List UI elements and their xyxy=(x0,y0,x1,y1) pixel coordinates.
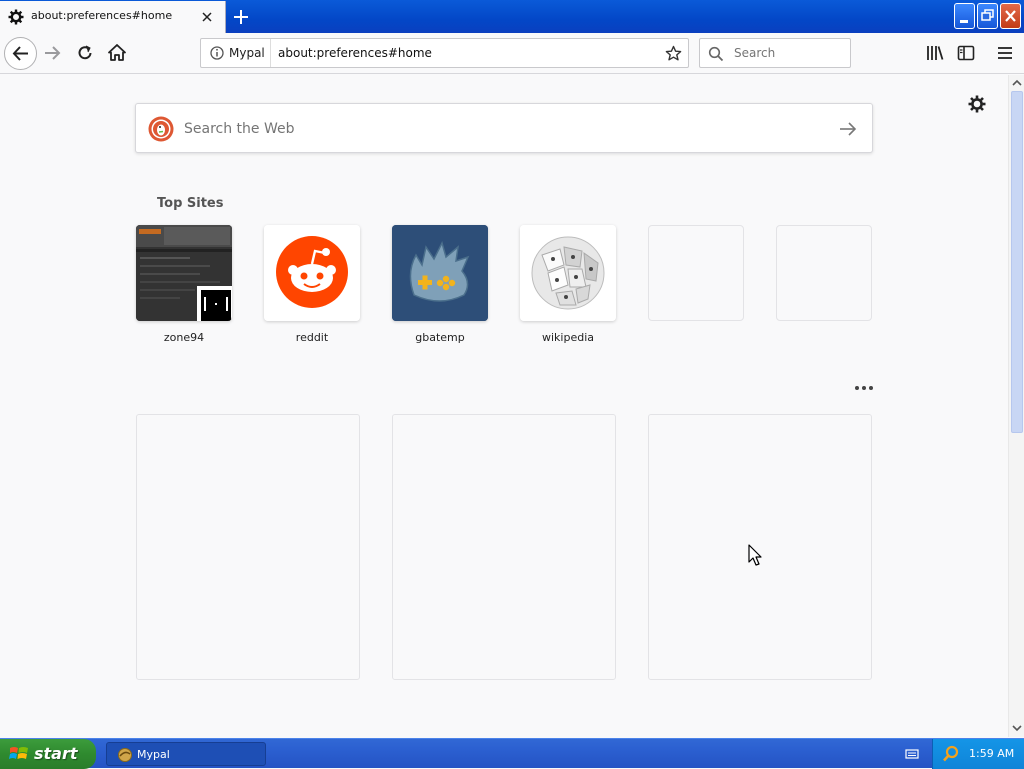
bookmark-star-icon[interactable] xyxy=(665,45,682,62)
top-site-zone94[interactable]: zone94 xyxy=(136,225,232,344)
keyboard-layout-icon[interactable] xyxy=(905,747,919,761)
web-search-input[interactable] xyxy=(182,118,822,140)
top-sites-heading: Top Sites xyxy=(157,196,224,211)
minimize-button[interactable] xyxy=(954,3,975,29)
close-window-button[interactable] xyxy=(1000,3,1021,29)
search-input[interactable] xyxy=(732,45,842,61)
scroll-down-arrow-icon[interactable] xyxy=(1012,723,1022,733)
highlight-card-placeholder xyxy=(136,414,360,680)
scroll-up-arrow-icon[interactable] xyxy=(1012,78,1022,88)
windows-logo-icon xyxy=(9,747,28,759)
empty-site-placeholder[interactable] xyxy=(648,225,744,321)
reddit-logo-icon xyxy=(264,225,360,321)
taskbar-item-label: Mypal xyxy=(137,748,170,761)
zone94-screenshot-icon xyxy=(136,225,232,321)
duckduckgo-icon xyxy=(148,116,174,142)
tab-strip: about:preferences#home xyxy=(0,0,1024,33)
wikipedia-globe-icon xyxy=(520,225,616,321)
identity-label: Mypal xyxy=(229,46,265,60)
url-bar[interactable]: Mypal about:preferences#home xyxy=(200,38,689,68)
tab-title: about:preferences#home xyxy=(31,9,173,22)
start-button[interactable]: start xyxy=(0,739,96,769)
home-icon[interactable] xyxy=(107,43,127,63)
site-thumbnail[interactable] xyxy=(392,225,488,321)
system-tray: 1:59 AM xyxy=(932,739,1024,769)
url-text[interactable]: about:preferences#home xyxy=(278,46,432,60)
site-thumbnail[interactable] xyxy=(136,225,232,321)
top-site-empty[interactable] xyxy=(776,225,872,331)
site-thumbnail[interactable] xyxy=(264,225,360,321)
library-icon[interactable] xyxy=(925,43,945,63)
back-button[interactable] xyxy=(4,37,37,70)
site-thumbnail[interactable] xyxy=(520,225,616,321)
top-site-empty[interactable] xyxy=(648,225,744,331)
navigation-toolbar: Mypal about:preferences#home xyxy=(0,33,1024,74)
back-arrow-icon xyxy=(12,46,28,61)
start-label: start xyxy=(34,744,78,763)
sidebar-icon[interactable] xyxy=(956,43,976,63)
taskbar: start Mypal 1:59 AM xyxy=(0,738,1024,769)
mouse-cursor-icon xyxy=(748,544,762,566)
close-icon xyxy=(1005,10,1016,22)
web-search-box[interactable] xyxy=(135,103,873,153)
minimize-icon xyxy=(960,20,968,23)
customize-gear-icon[interactable] xyxy=(968,95,986,113)
restore-button[interactable] xyxy=(977,3,998,29)
tab-preferences[interactable]: about:preferences#home xyxy=(0,1,226,33)
search-icon xyxy=(708,46,724,62)
site-label: zone94 xyxy=(163,331,205,344)
empty-site-placeholder[interactable] xyxy=(776,225,872,321)
menu-icon[interactable] xyxy=(995,43,1015,63)
new-tab-icon[interactable] xyxy=(230,6,252,28)
site-label: gbatemp xyxy=(415,331,465,344)
scrollbar-thumb[interactable] xyxy=(1011,91,1023,433)
forward-arrow-icon[interactable] xyxy=(42,43,62,63)
vertical-scrollbar[interactable] xyxy=(1008,75,1024,737)
taskbar-item-mypal[interactable]: Mypal xyxy=(106,742,266,766)
more-options-ellipsis-icon[interactable] xyxy=(852,381,876,395)
mypal-app-icon xyxy=(118,748,132,762)
gbatemp-logo-icon xyxy=(392,225,488,321)
highlight-card-placeholder xyxy=(392,414,616,680)
identity-box[interactable]: Mypal xyxy=(201,39,271,67)
search-go-arrow-icon[interactable] xyxy=(838,119,858,139)
site-label: wikipedia xyxy=(541,331,594,344)
top-site-wikipedia[interactable]: wikipedia xyxy=(520,225,616,344)
site-label: reddit xyxy=(295,331,329,344)
top-site-gbatemp[interactable]: gbatemp xyxy=(392,225,488,344)
top-site-reddit[interactable]: reddit xyxy=(264,225,360,344)
restore-icon xyxy=(981,9,994,21)
clock: 1:59 AM xyxy=(969,747,1015,760)
search-tray-icon[interactable] xyxy=(942,745,960,763)
search-bar[interactable] xyxy=(699,38,851,68)
close-tab-icon[interactable] xyxy=(199,9,215,25)
new-tab-page: Top Sites zone94 xyxy=(0,75,1008,737)
info-icon xyxy=(210,46,224,60)
gear-icon xyxy=(8,9,24,25)
reload-icon[interactable] xyxy=(75,43,95,63)
